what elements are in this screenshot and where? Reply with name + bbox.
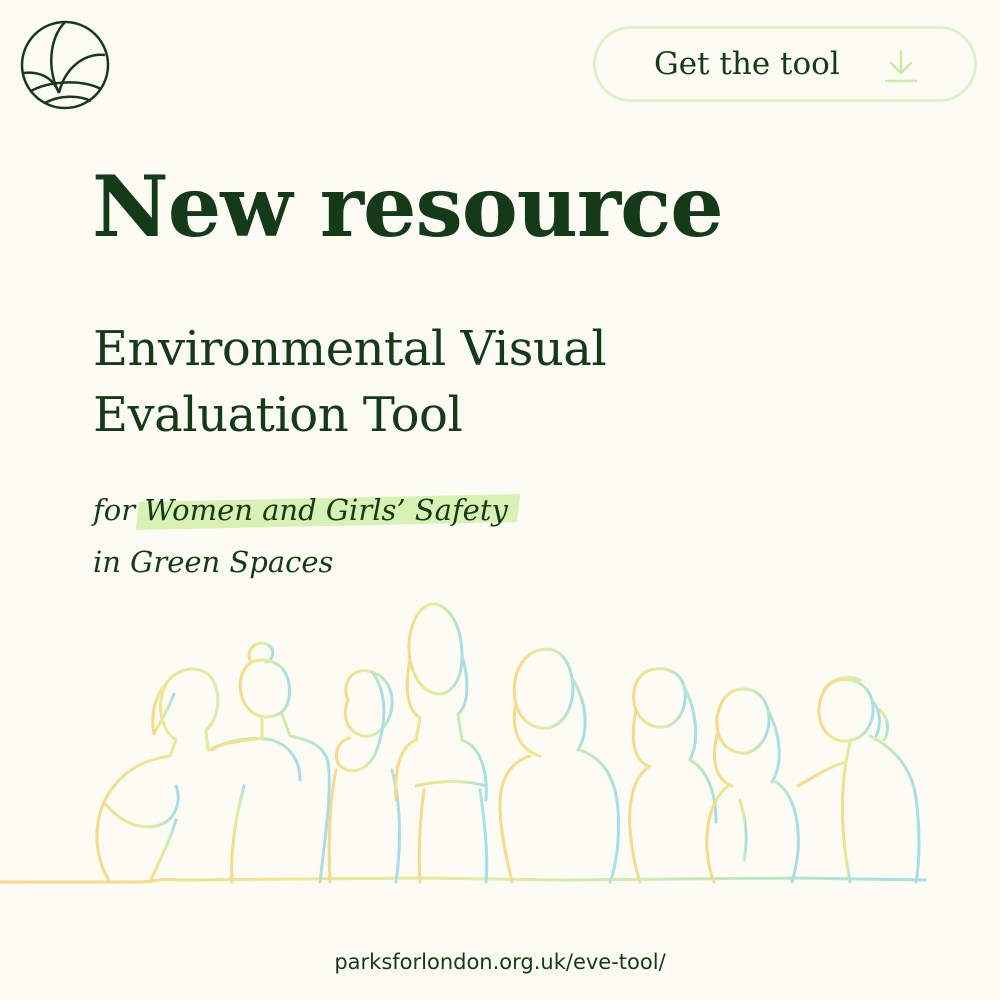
- leaf-circle-logo-icon: [19, 19, 111, 111]
- download-arrow-icon: [884, 49, 918, 83]
- headline: New resource: [92, 157, 724, 256]
- tool-title: Environmental Visual Evaluation Tool: [93, 316, 607, 448]
- subtitle-highlight: Women and Girls’ Safety: [144, 484, 508, 536]
- tool-title-line-2: Evaluation Tool: [93, 387, 463, 443]
- subtitle-line-1: for Women and Girls’ Safety: [93, 484, 508, 536]
- website-url[interactable]: parksforlondon.org.uk/eve-tool/: [0, 948, 1000, 976]
- get-the-tool-label: Get the tool: [654, 46, 840, 82]
- tool-title-line-1: Environmental Visual: [93, 321, 607, 377]
- subtitle-line-2: in Green Spaces: [93, 545, 334, 579]
- get-the-tool-button[interactable]: Get the tool: [593, 26, 977, 102]
- line-drawing-group-of-women: [0, 590, 1000, 900]
- subtitle: for Women and Girls’ Safety in Green Spa…: [93, 484, 508, 588]
- subtitle-prefix: for: [93, 493, 145, 527]
